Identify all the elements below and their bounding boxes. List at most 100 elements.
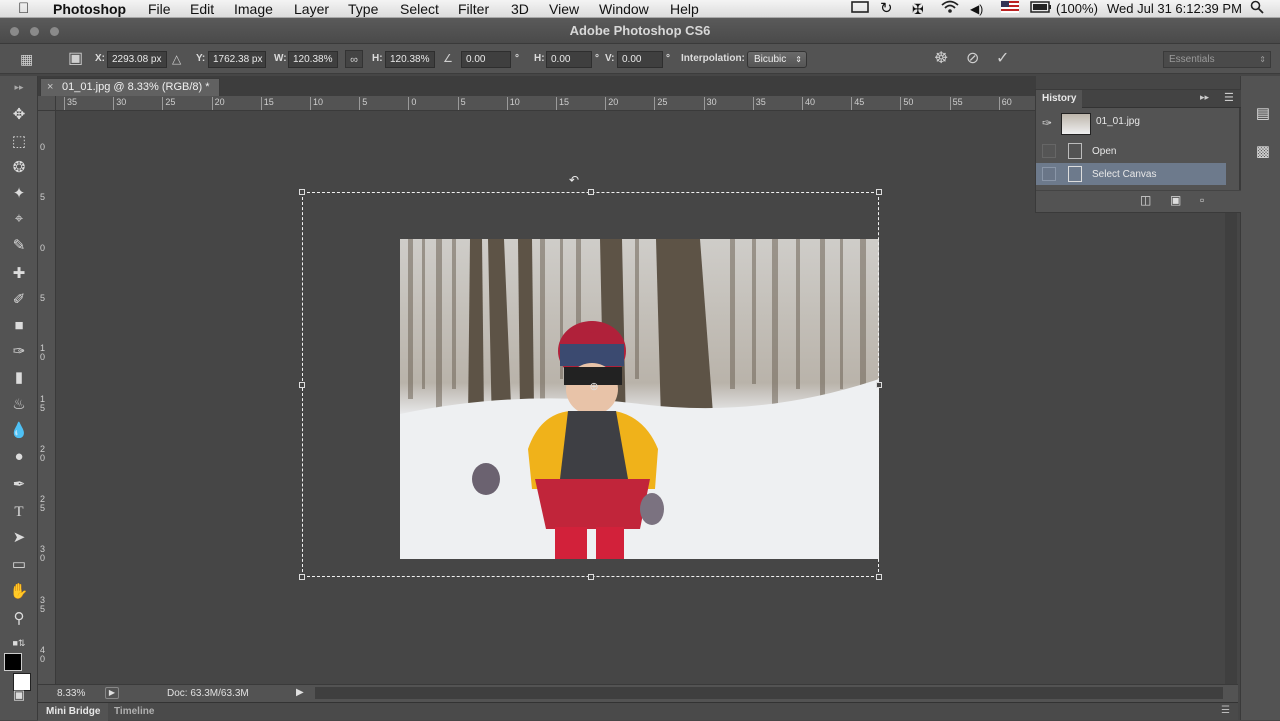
paint-bucket-tool-icon[interactable]: ♨: [8, 394, 30, 416]
marquee-tool-icon[interactable]: ⬚: [8, 131, 30, 153]
bluetooth-icon[interactable]: ✠: [912, 0, 924, 18]
ruler-tick-label: 2 0: [40, 443, 46, 463]
menu-image[interactable]: Image: [234, 0, 273, 18]
eraser-tool-icon[interactable]: ▮: [8, 367, 30, 389]
battery-icon[interactable]: [1030, 0, 1052, 18]
menu-app-photoshop[interactable]: Photoshop: [53, 0, 126, 18]
transform-handle-bottom[interactable]: [588, 574, 594, 580]
transform-handle-right[interactable]: [876, 382, 882, 388]
status-menu-arrow-icon[interactable]: ▶: [296, 687, 304, 698]
snapshot-label: 01_01.jpg: [1096, 116, 1140, 127]
shape-tool-icon[interactable]: ▭: [8, 554, 30, 576]
apple-icon[interactable]: : [18, 0, 29, 18]
quick-mask-icon[interactable]: ▣: [8, 684, 30, 706]
lasso-tool-icon[interactable]: ❂: [8, 157, 30, 179]
horizontal-scrollbar[interactable]: [315, 687, 1223, 699]
history-panel-menu-icon[interactable]: ☰: [1224, 91, 1234, 104]
transform-bounding-box[interactable]: ⊕: [299, 189, 882, 580]
pen-tool-icon[interactable]: ✒: [8, 474, 30, 496]
panel-icon-2[interactable]: ▩: [1253, 142, 1273, 162]
reference-point-icon[interactable]: ▣: [68, 50, 83, 68]
menu-help[interactable]: Help: [670, 0, 699, 18]
status-export-icon[interactable]: ▶: [105, 687, 119, 699]
menu-file[interactable]: File: [148, 0, 171, 18]
horizontal-ruler[interactable]: 35 30 25 20 15 10 5 0 5 10 15 20 25 30 35 40 45 50 55 60: [56, 96, 1036, 111]
menu-type[interactable]: Type: [348, 0, 378, 18]
panel-icon-1[interactable]: ▤: [1253, 104, 1273, 124]
bottom-panel-menu-icon[interactable]: ☰: [1221, 705, 1230, 716]
commit-transform-icon[interactable]: ✓: [996, 50, 1009, 68]
us-flag-icon[interactable]: [1001, 0, 1019, 18]
menu-filter[interactable]: Filter: [458, 0, 489, 18]
display-icon[interactable]: [851, 0, 869, 18]
height-field[interactable]: 120.38%: [385, 51, 435, 68]
camera-snapshot-icon[interactable]: ▣: [1170, 193, 1181, 207]
menu-layer[interactable]: Layer: [294, 0, 329, 18]
transform-handle-top-left[interactable]: [299, 189, 305, 195]
dodge-tool-icon[interactable]: ●: [8, 446, 30, 468]
menu-window[interactable]: Window: [599, 0, 649, 18]
panel-collapse-arrows-icon[interactable]: ▸▸: [1200, 92, 1209, 103]
menu-edit[interactable]: Edit: [190, 0, 214, 18]
transform-handle-left[interactable]: [299, 382, 305, 388]
warp-mode-icon[interactable]: ☸: [934, 50, 948, 68]
menu-view[interactable]: View: [549, 0, 579, 18]
history-checkbox[interactable]: [1042, 167, 1056, 181]
document-tab[interactable]: × 01_01.jpg @ 8.33% (RGB/8) *: [40, 78, 220, 96]
ruler-origin[interactable]: [38, 96, 56, 111]
wifi-icon[interactable]: [940, 0, 960, 18]
volume-icon[interactable]: ◀): [970, 0, 983, 18]
history-tab[interactable]: History: [1036, 90, 1083, 108]
vertical-ruler[interactable]: 0 5 0 5 1 0 1 5 2 0 2 5 3 0 3 5 4 0: [38, 96, 56, 684]
new-document-from-state-icon[interactable]: ◫: [1140, 193, 1151, 207]
zoom-tool-icon[interactable]: ⚲: [8, 608, 30, 630]
menubar-clock[interactable]: Wed Jul 31 6:12:39 PM: [1107, 0, 1242, 18]
history-checkbox[interactable]: [1042, 144, 1056, 158]
transform-handle-bottom-right[interactable]: [876, 574, 882, 580]
history-brush-tool-icon[interactable]: ✑: [8, 341, 30, 363]
panel-collapse-icon[interactable]: ▸▸: [8, 76, 30, 98]
y-field[interactable]: 1762.38 px: [208, 51, 266, 68]
history-state-row[interactable]: Open: [1036, 140, 1226, 162]
blur-tool-icon[interactable]: 💧: [8, 420, 30, 442]
hand-tool-icon[interactable]: ✋: [8, 581, 30, 603]
history-brush-source-icon[interactable]: ✑: [1042, 116, 1052, 130]
foreground-color-swatch[interactable]: [4, 653, 22, 671]
transform-handle-top-right[interactable]: [876, 189, 882, 195]
tab-timeline[interactable]: Timeline: [106, 703, 162, 721]
menu-3d[interactable]: 3D: [511, 0, 529, 18]
transform-handle-bottom-left[interactable]: [299, 574, 305, 580]
workspace-select[interactable]: Essentials ⇕: [1163, 51, 1271, 68]
path-selection-tool-icon[interactable]: ➤: [8, 527, 30, 549]
cancel-transform-icon[interactable]: ⊘: [966, 50, 979, 68]
link-icon[interactable]: ∞: [345, 50, 363, 68]
spotlight-icon[interactable]: [1250, 0, 1264, 18]
delta-icon[interactable]: △: [172, 50, 181, 68]
eyedropper-tool-icon[interactable]: ✎: [8, 235, 30, 257]
tool-preset-icon[interactable]: ▦: [20, 50, 33, 68]
healing-brush-tool-icon[interactable]: ✚: [8, 263, 30, 285]
reference-point-crosshair-icon[interactable]: ⊕: [589, 382, 599, 393]
history-snapshot-row[interactable]: ✑ 01_01.jpg: [1036, 110, 1226, 138]
default-colors-icon[interactable]: ■⇅: [8, 632, 30, 654]
hskew-field[interactable]: 0.00: [546, 51, 592, 68]
clone-stamp-tool-icon[interactable]: ■: [8, 315, 30, 337]
close-tab-icon[interactable]: ×: [47, 79, 53, 96]
angle-field[interactable]: 0.00: [461, 51, 511, 68]
type-tool-icon[interactable]: T: [8, 501, 30, 523]
transform-handle-top[interactable]: [588, 189, 594, 195]
brush-tool-icon[interactable]: ✐: [8, 289, 30, 311]
interpolation-select[interactable]: Bicubic ⇕: [747, 51, 807, 68]
history-state-row[interactable]: Select Canvas: [1036, 163, 1226, 185]
zoom-level[interactable]: 8.33%: [57, 688, 85, 699]
move-tool-icon[interactable]: ✥: [8, 104, 30, 126]
trash-icon[interactable]: ▫: [1200, 193, 1204, 207]
tab-mini-bridge[interactable]: Mini Bridge: [38, 703, 109, 721]
vskew-field[interactable]: 0.00: [617, 51, 663, 68]
menu-select[interactable]: Select: [400, 0, 439, 18]
x-field[interactable]: 2293.08 px: [107, 51, 167, 68]
width-field[interactable]: 120.38%: [288, 51, 338, 68]
crop-tool-icon[interactable]: ⌖: [8, 208, 30, 230]
quick-selection-tool-icon[interactable]: ✦: [8, 183, 30, 205]
sync-icon[interactable]: ↻: [880, 0, 893, 18]
